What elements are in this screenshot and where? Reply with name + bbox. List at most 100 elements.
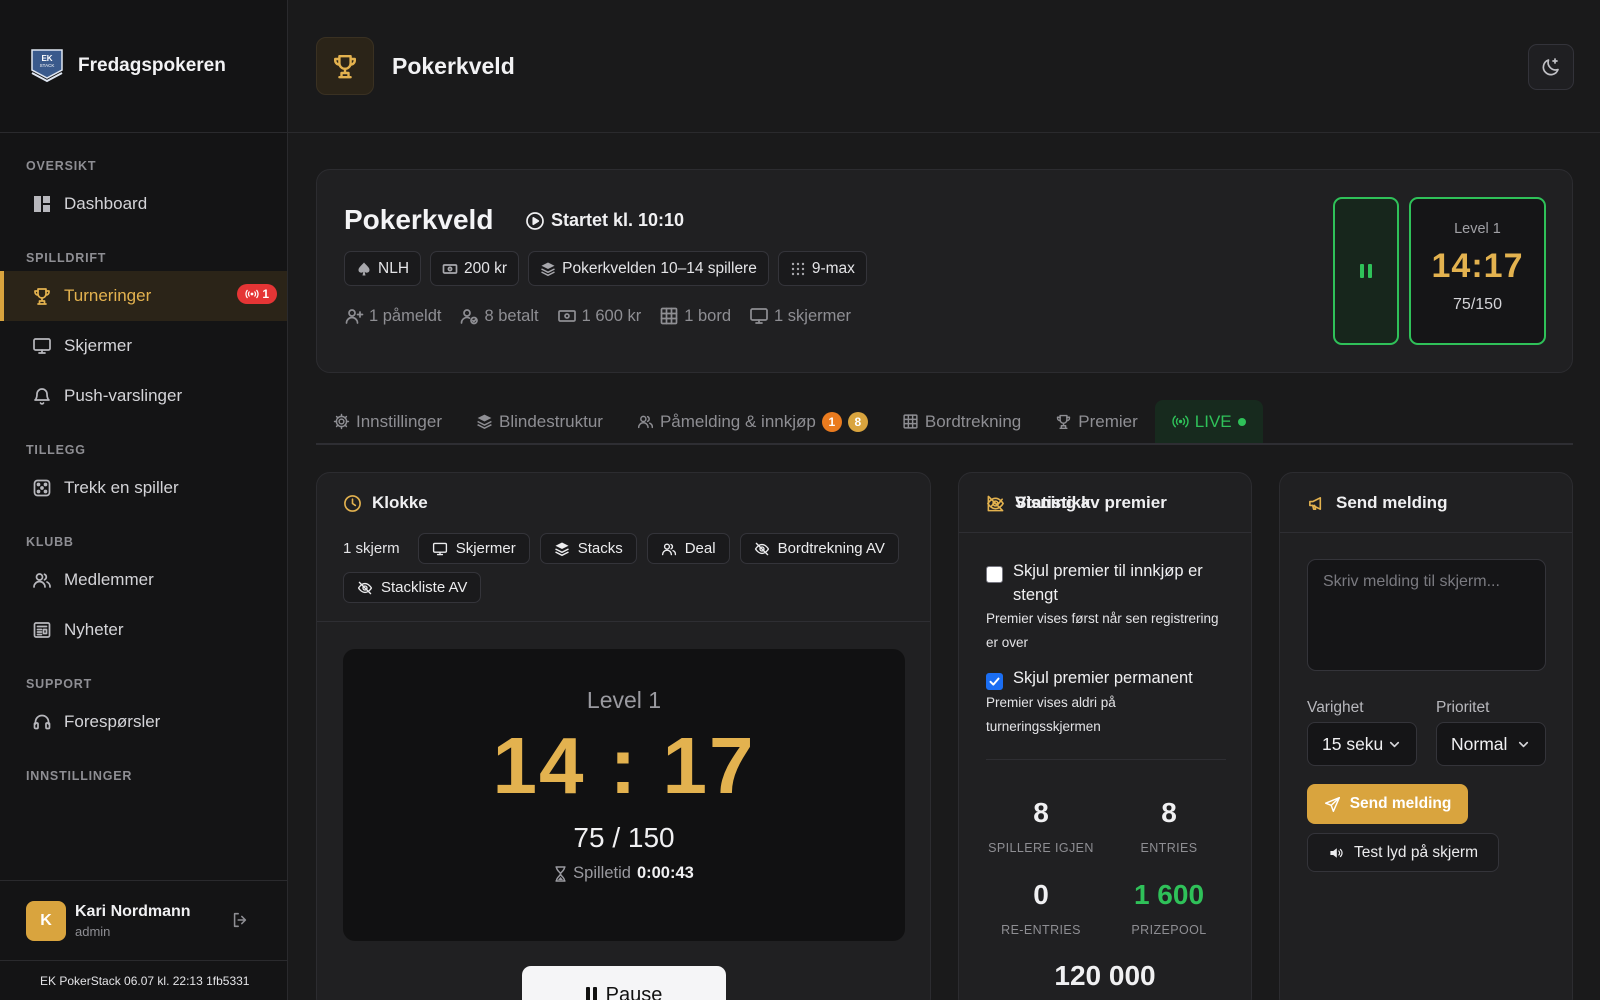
- tab-pamelding[interactable]: Påmelding & innkjøp 1 8: [620, 400, 885, 443]
- section-tillegg: TILLEGG: [26, 443, 86, 457]
- pause-button[interactable]: Pause: [522, 966, 726, 1000]
- tournament-title: Pokerkveld: [344, 204, 494, 235]
- svg-text:EK: EK: [41, 54, 52, 63]
- playtime-value: 0:00:43: [636, 864, 694, 882]
- stacklist-toggle-button[interactable]: Stackliste AV: [343, 572, 482, 603]
- headset-icon: [33, 714, 51, 730]
- clock-controls: 1 skjerm Skjermer Stacks Deal Bordtrekni…: [343, 533, 913, 603]
- duration-select[interactable]: 15 seku: [1307, 722, 1417, 766]
- sidebar-item-label: Medlemmer: [64, 570, 154, 589]
- check-icon: [989, 677, 1000, 686]
- live-count-badge: 1: [237, 284, 277, 304]
- eye-off-icon: [357, 581, 373, 594]
- sidebar-item-dashboard[interactable]: Dashboard: [0, 179, 287, 229]
- tab-live[interactable]: LIVE: [1154, 400, 1263, 443]
- mini-clock-blinds: 75/150: [1453, 296, 1502, 313]
- eye-off-icon: [754, 542, 769, 555]
- prize-visibility-panel: Visning av premier Skjul premier til inn…: [958, 472, 1252, 1000]
- layers-icon: [541, 262, 555, 276]
- message-panel-header: Send melding: [1307, 493, 1447, 513]
- hide-until-closed-help: Premier vises først når sen registrering…: [986, 611, 1219, 650]
- divider: [986, 759, 1226, 760]
- stat-prizepool: 1 600 PRIZEPOOL: [1131, 879, 1207, 937]
- version-label: EK PokerStack 06.07 kl. 22:13 1fb5331: [0, 960, 287, 1000]
- clock-panel: Klokke 1 skjerm Skjermer Stacks Deal Bor…: [316, 472, 931, 1000]
- sidebar-item-nyheter[interactable]: Nyheter: [0, 605, 287, 655]
- game-type-chip: NLH: [344, 251, 422, 286]
- pause-icon: [1360, 264, 1364, 278]
- spade-icon: [358, 262, 370, 275]
- screens-button[interactable]: Skjermer: [417, 533, 530, 564]
- pause-icon: [585, 987, 597, 1000]
- clock-panel-header: Klokke: [343, 493, 428, 513]
- tournament-tabs: Innstillinger Blindestruktur Påmelding &…: [316, 400, 1573, 445]
- tournament-stats: 1 påmeldt 8 betalt 1 600 kr 1 bord 1 skj…: [344, 306, 851, 326]
- banknote-icon: [557, 310, 576, 322]
- hide-permanent-help: Premier vises aldri på turneringsskjerme…: [986, 695, 1116, 734]
- sidebar-item-medlemmer[interactable]: Medlemmer: [0, 555, 287, 605]
- deal-button[interactable]: Deal: [646, 533, 730, 564]
- chevron-down-icon: [1389, 741, 1400, 747]
- sidebar-nav: OVERSIKT Dashboard SPILLDRIFT Turneringe…: [0, 133, 287, 879]
- user-role: admin: [75, 923, 111, 939]
- message-input[interactable]: [1307, 559, 1546, 671]
- stacks-button[interactable]: Stacks: [539, 533, 637, 564]
- tab-bordtrekning[interactable]: Bordtrekning: [885, 400, 1038, 443]
- monitor-icon: [750, 308, 768, 324]
- chevron-down-icon: [1518, 741, 1529, 747]
- users-icon: [33, 573, 51, 588]
- tournament-header-card: Pokerkveld Startet kl. 10:10 NLH 200 kr …: [316, 169, 1573, 373]
- tab-innstillinger[interactable]: Innstillinger: [316, 400, 459, 443]
- sidebar-item-trekk-en-spiller[interactable]: Trekk en spiller: [0, 463, 287, 513]
- seating-toggle-button[interactable]: Bordtrekning AV: [739, 533, 899, 564]
- divider: [317, 621, 930, 622]
- tab-premier[interactable]: Premier: [1038, 400, 1155, 443]
- user-profile[interactable]: K Kari Nordmann admin: [0, 880, 287, 960]
- section-overview: OVERSIKT: [26, 159, 97, 173]
- stats-header: Statistikk: [986, 493, 1091, 513]
- screen-count-label: 1 skjerm: [343, 540, 400, 557]
- trophy-icon: [1057, 414, 1071, 430]
- send-message-button[interactable]: Send melding: [1307, 784, 1468, 824]
- section-klubb: KLUBB: [26, 535, 74, 549]
- stat-players-left: 8 SPILLERE IGJEN: [988, 797, 1094, 855]
- hourglass-icon: [555, 865, 566, 882]
- paid-count-badge: 8: [847, 411, 868, 432]
- mini-clock-level: Level 1: [1454, 221, 1501, 237]
- banknote-icon: [442, 263, 458, 274]
- trophy-icon: [334, 55, 356, 79]
- hide-until-closed-checkbox[interactable]: [986, 566, 1003, 583]
- dice-icon: [33, 479, 51, 497]
- sidebar-item-label: Turneringer: [64, 286, 152, 305]
- paid-stat: 8 betalt: [459, 306, 539, 326]
- hide-permanent-option[interactable]: Skjul premier permanent: [986, 666, 1225, 690]
- hide-until-closed-option[interactable]: Skjul premier til innkjøp er stengt: [986, 559, 1225, 607]
- sidebar-item-turneringer[interactable]: Turneringer 1: [0, 271, 287, 321]
- sidebar-item-foresporsler[interactable]: Forespørsler: [0, 697, 287, 747]
- avatar: K: [26, 900, 66, 941]
- sidebar-item-push-varslinger[interactable]: Push-varslinger: [0, 371, 287, 421]
- app-name: Fredagspokeren: [78, 55, 226, 76]
- newspaper-icon: [33, 622, 51, 638]
- priority-label: Prioritet: [1436, 699, 1490, 716]
- structure-chip: Pokerkvelden 10–14 spillere: [528, 251, 769, 286]
- test-sound-button[interactable]: Test lyd på skjerm: [1307, 833, 1499, 872]
- brand[interactable]: EK STACK Fredagspokeren: [0, 0, 287, 133]
- logout-icon[interactable]: [231, 911, 249, 929]
- user-plus-icon: [345, 309, 364, 324]
- tab-blindestruktur[interactable]: Blindestruktur: [459, 400, 620, 443]
- user-name: Kari Nordmann: [75, 902, 191, 920]
- hide-permanent-checkbox[interactable]: [986, 673, 1003, 690]
- tournament-chips: NLH 200 kr Pokerkvelden 10–14 spillere 9…: [344, 251, 867, 286]
- send-icon: [1324, 796, 1340, 812]
- clock-level: Level 1: [586, 687, 662, 713]
- sidebar-item-skjermer[interactable]: Skjermer: [0, 321, 287, 371]
- mini-clock-time: 14:17: [1431, 247, 1524, 285]
- theme-toggle-button[interactable]: [1528, 44, 1574, 90]
- pause-toggle-button[interactable]: [1333, 197, 1399, 345]
- grid-dots-icon: [791, 262, 805, 275]
- priority-select[interactable]: Normal: [1436, 722, 1546, 766]
- mini-clock: Level 1 14:17 75/150: [1409, 197, 1546, 345]
- sidebar-item-label: Nyheter: [64, 620, 124, 639]
- stat-re-entries: 0 RE-ENTRIES: [1001, 879, 1081, 937]
